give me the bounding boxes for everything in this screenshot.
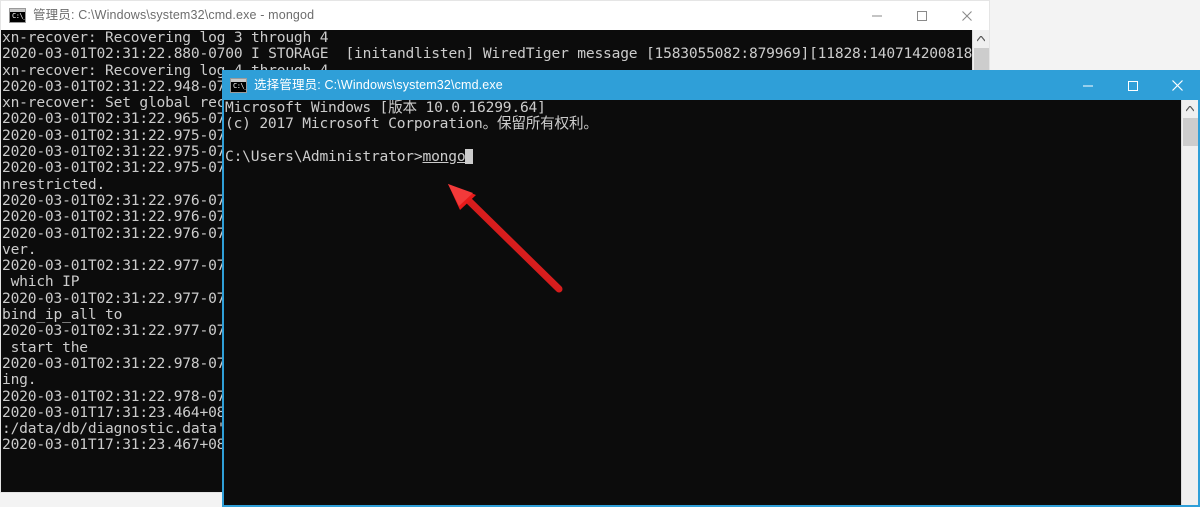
front-window-title: 选择管理员: C:\Windows\system32\cmd.exe: [254, 78, 503, 92]
back-window-title: 管理员: C:\Windows\system32\cmd.exe - mongo…: [33, 8, 315, 22]
front-window-scrollbar[interactable]: [1181, 100, 1198, 505]
back-window-controls: [854, 1, 989, 30]
cmd-console-icon: C:\_: [230, 78, 247, 93]
command-prompt: C:\Users\Administrator>: [225, 147, 423, 165]
maximize-button[interactable]: [899, 1, 944, 30]
close-button[interactable]: [944, 1, 989, 30]
front-window-client-area[interactable]: Microsoft Windows [版本 10.0.16299.64] (c)…: [222, 100, 1200, 507]
block-cursor: [465, 148, 474, 164]
console-window-cmd[interactable]: C:\_ 选择管理员: C:\Windows\system32\cmd.exe: [222, 70, 1200, 507]
cmd-console-icon: C:\_: [9, 8, 26, 23]
minimize-button[interactable]: [854, 1, 899, 30]
scroll-thumb[interactable]: [1183, 118, 1198, 146]
close-button[interactable]: [1155, 71, 1200, 100]
scroll-thumb[interactable]: [974, 48, 989, 72]
maximize-button[interactable]: [1110, 71, 1155, 100]
front-window-titlebar[interactable]: C:\_ 选择管理员: C:\Windows\system32\cmd.exe: [222, 70, 1200, 100]
front-window-controls: [1065, 71, 1200, 100]
back-window-titlebar[interactable]: C:\_ 管理员: C:\Windows\system32\cmd.exe - …: [0, 0, 990, 30]
scroll-up-arrow-icon[interactable]: [1182, 100, 1198, 117]
front-window-console-output: Microsoft Windows [版本 10.0.16299.64] (c)…: [225, 100, 598, 165]
minimize-button[interactable]: [1065, 71, 1110, 100]
scroll-up-arrow-icon[interactable]: [973, 30, 989, 47]
typed-command-mongo: mongo: [422, 147, 466, 165]
desktop-screen: C:\_ 管理员: C:\Windows\system32\cmd.exe - …: [0, 0, 1200, 507]
